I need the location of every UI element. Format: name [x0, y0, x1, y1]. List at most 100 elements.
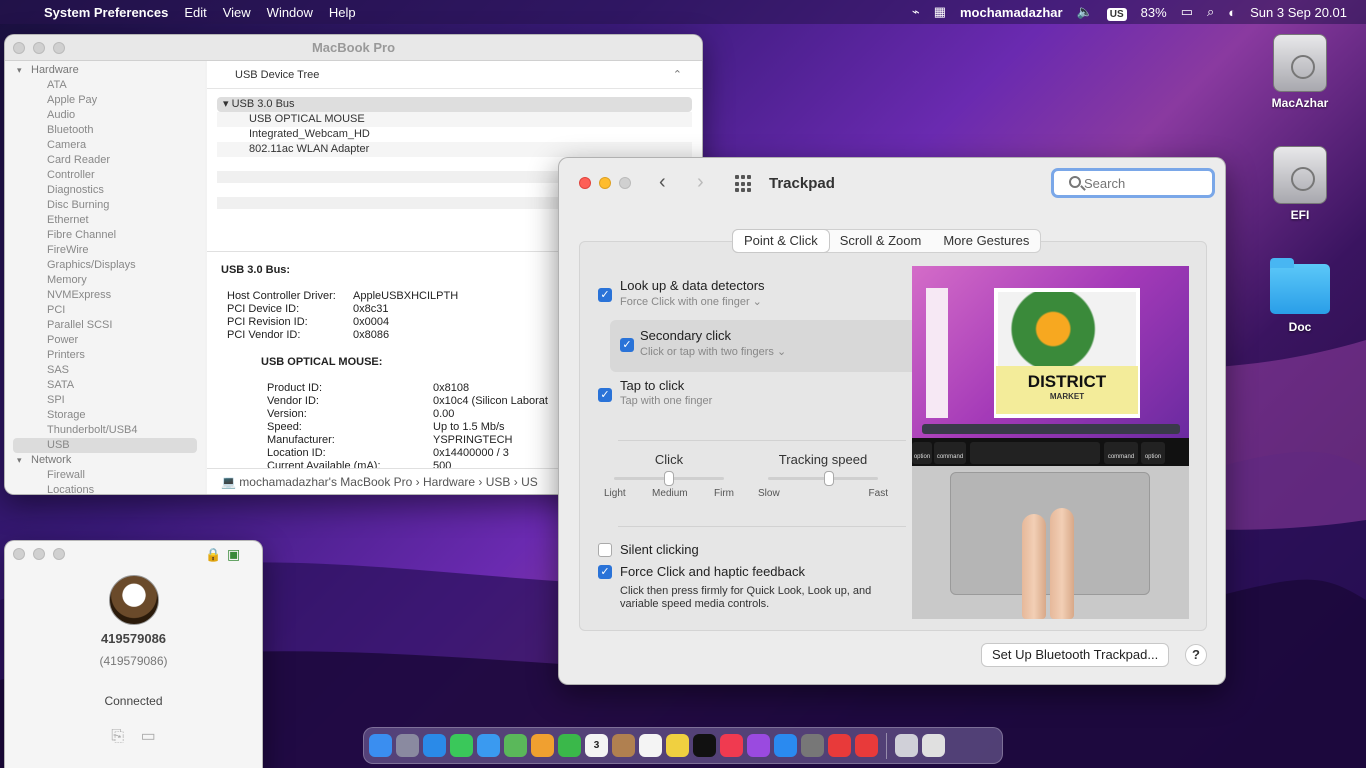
- sidebar-item[interactable]: Graphics/Displays: [5, 258, 205, 273]
- secondary-click-checkbox[interactable]: ✓: [620, 338, 634, 352]
- option-subtitle-dropdown[interactable]: Force Click with one finger ⌄: [620, 295, 920, 308]
- back-arrow-icon[interactable]: ‹: [659, 171, 666, 194]
- dock-music-icon[interactable]: [720, 734, 743, 757]
- usb-tree-header[interactable]: USB Device Tree ⌃: [207, 61, 702, 89]
- zoom-button[interactable]: [619, 177, 631, 189]
- sidebar-item[interactable]: Card Reader: [5, 153, 205, 168]
- sidebar-item[interactable]: Thunderbolt/USB4: [5, 423, 205, 438]
- battery-icon[interactable]: ▭: [1174, 4, 1200, 20]
- sidebar-item[interactable]: Printers: [5, 348, 205, 363]
- tab-scroll-zoom[interactable]: Scroll & Zoom: [829, 230, 933, 252]
- minimize-button[interactable]: [33, 548, 45, 560]
- usb-device-row[interactable]: Integrated_Webcam_HD: [217, 127, 692, 142]
- click-slider-track[interactable]: [614, 471, 724, 486]
- sidebar-item[interactable]: Storage: [5, 408, 205, 423]
- screen-share-icon[interactable]: ▣: [227, 546, 240, 563]
- close-button[interactable]: [13, 548, 25, 560]
- menu-help[interactable]: Help: [321, 5, 364, 20]
- path-segment[interactable]: Hardware: [423, 475, 475, 489]
- dock-launchpad-icon[interactable]: [396, 734, 419, 757]
- path-segment[interactable]: US: [521, 475, 538, 489]
- desktop-icon-efi[interactable]: EFI: [1260, 146, 1340, 222]
- sidebar-item[interactable]: Camera: [5, 138, 205, 153]
- sidebar-item[interactable]: Locations: [5, 483, 205, 494]
- sidebar-item[interactable]: Controller: [5, 168, 205, 183]
- sidebar-item[interactable]: Firewall: [5, 468, 205, 483]
- dock-contacts-icon[interactable]: [612, 734, 635, 757]
- sidebar-item[interactable]: Apple Pay: [5, 93, 205, 108]
- menu-edit[interactable]: Edit: [176, 5, 214, 20]
- sidebar-item[interactable]: SPI: [5, 393, 205, 408]
- volume-icon[interactable]: 🔈: [1070, 4, 1100, 20]
- desktop-icon-macazhar[interactable]: MacAzhar: [1260, 34, 1340, 110]
- dock-anydesk-icon[interactable]: [828, 734, 851, 757]
- sidebar-category[interactable]: ▾ Hardware: [5, 63, 205, 78]
- sidebar-item[interactable]: Ethernet: [5, 213, 205, 228]
- close-button[interactable]: [579, 177, 591, 189]
- sidebar-item[interactable]: Audio: [5, 108, 205, 123]
- path-segment[interactable]: USB: [486, 475, 511, 489]
- zoom-button[interactable]: [53, 42, 65, 54]
- dock-app-store-icon[interactable]: [774, 734, 797, 757]
- menu-clock[interactable]: Sun 3 Sep 20.01: [1243, 5, 1354, 20]
- dock-safari-icon[interactable]: [423, 734, 446, 757]
- sidebar-item[interactable]: Diagnostics: [5, 183, 205, 198]
- menu-user-name[interactable]: mochamadazhar: [953, 5, 1070, 20]
- dock-maps-icon[interactable]: [504, 734, 527, 757]
- zoom-button[interactable]: [53, 548, 65, 560]
- sidebar-item[interactable]: NVMExpress: [5, 288, 205, 303]
- chevron-up-icon[interactable]: ⌃: [673, 61, 682, 89]
- sidebar-item[interactable]: PCI: [5, 303, 205, 318]
- dock-messages-icon[interactable]: [450, 734, 473, 757]
- desktop-icon-doc[interactable]: Doc: [1260, 258, 1340, 334]
- dock-system-information-icon[interactable]: [922, 734, 945, 757]
- disclosure-triangle-icon[interactable]: ▾: [223, 98, 232, 110]
- chat-icon[interactable]: ▭: [141, 728, 156, 745]
- click-slider-knob[interactable]: [664, 471, 674, 486]
- tracking-slider-track[interactable]: [768, 471, 878, 486]
- forward-arrow-icon[interactable]: ›: [697, 171, 704, 194]
- control-center-icon[interactable]: ◐: [1221, 5, 1243, 20]
- silent-clicking-checkbox[interactable]: [598, 543, 612, 557]
- sidebar-item[interactable]: Bluetooth: [5, 123, 205, 138]
- sidebar-item[interactable]: Power: [5, 333, 205, 348]
- sidebar-item[interactable]: Parallel SCSI: [5, 318, 205, 333]
- sidebar-item[interactable]: SAS: [5, 363, 205, 378]
- path-segment[interactable]: mochamadazhar's MacBook Pro: [239, 475, 412, 489]
- lock-icon[interactable]: 🔒: [205, 547, 221, 563]
- dock-finder-icon[interactable]: [369, 734, 392, 757]
- menu-view[interactable]: View: [215, 5, 259, 20]
- menu-app-name[interactable]: System Preferences: [36, 5, 176, 20]
- tab-more-gestures[interactable]: More Gestures: [932, 230, 1040, 252]
- input-source-badge[interactable]: US: [1106, 7, 1127, 21]
- dock-photos-icon[interactable]: [531, 734, 554, 757]
- show-all-grid-icon[interactable]: [735, 175, 753, 193]
- sidebar-item[interactable]: USB: [13, 438, 197, 453]
- tracking-slider-knob[interactable]: [823, 471, 834, 486]
- tap-to-click-checkbox[interactable]: ✓: [598, 388, 612, 402]
- minimize-button[interactable]: [599, 177, 611, 189]
- menu-window[interactable]: Window: [259, 5, 321, 20]
- close-button[interactable]: [13, 42, 25, 54]
- sidebar-item[interactable]: ATA: [5, 78, 205, 93]
- dock-tv-icon[interactable]: [693, 734, 716, 757]
- sidebar-item[interactable]: Disc Burning: [5, 198, 205, 213]
- dock-calendar-icon[interactable]: 3: [585, 734, 608, 757]
- help-button[interactable]: ?: [1185, 644, 1207, 666]
- dock-notes-icon[interactable]: [666, 734, 689, 757]
- dock-reminders-icon[interactable]: [639, 734, 662, 757]
- force-click-checkbox[interactable]: ✓: [598, 565, 612, 579]
- dock-mail-icon[interactable]: [477, 734, 500, 757]
- look-up-checkbox[interactable]: ✓: [598, 288, 612, 302]
- spotlight-search-icon[interactable]: ⌕: [1200, 4, 1221, 20]
- sidebar-item[interactable]: Fibre Channel: [5, 228, 205, 243]
- dock-anydesk-2-icon[interactable]: [855, 734, 878, 757]
- dock-system-preferences-icon[interactable]: [801, 734, 824, 757]
- battery-percent[interactable]: 83%: [1134, 5, 1174, 20]
- sidebar-item[interactable]: Memory: [5, 273, 205, 288]
- usb-device-row[interactable]: USB OPTICAL MOUSE: [217, 112, 692, 127]
- disclosure-triangle-icon[interactable]: ▾: [17, 453, 31, 468]
- tab-point-click[interactable]: Point & Click: [733, 230, 829, 252]
- usb-device-row[interactable]: 802.11ac WLAN Adapter: [217, 142, 692, 157]
- sidebar-item[interactable]: SATA: [5, 378, 205, 393]
